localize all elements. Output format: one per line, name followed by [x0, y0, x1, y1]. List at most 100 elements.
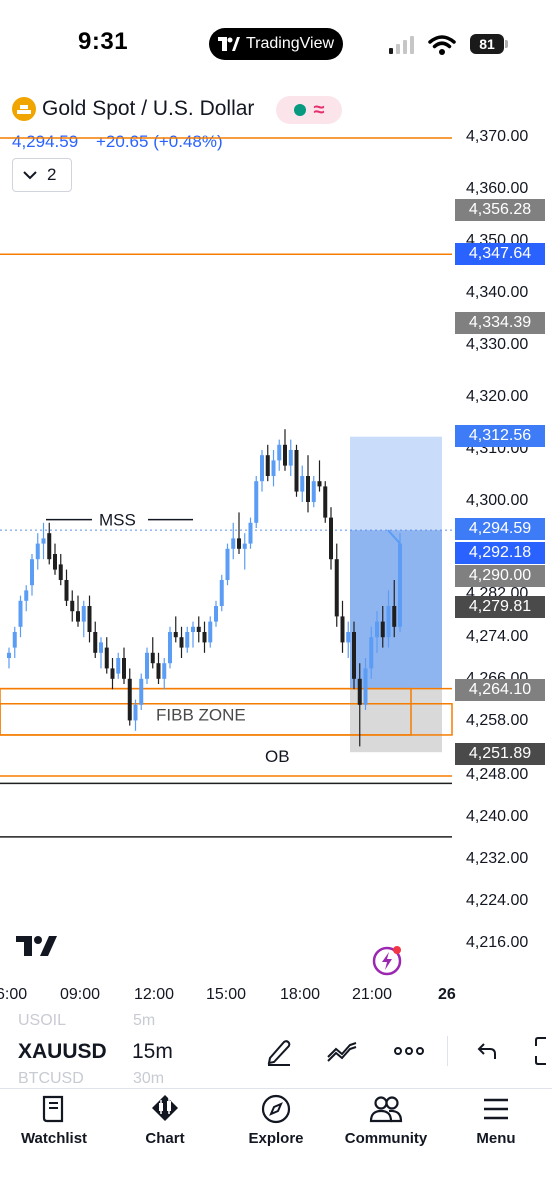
candle-body — [254, 481, 259, 523]
candle-body — [104, 647, 109, 669]
tradingview-logo-icon — [217, 37, 240, 51]
candle-body — [58, 564, 63, 580]
tab-menu[interactable]: Menu — [446, 1094, 546, 1147]
candle-body — [70, 600, 75, 612]
indicator-lines-icon — [327, 1042, 357, 1062]
app-indicator-pill[interactable]: TradingView — [209, 28, 343, 60]
candle-body — [271, 460, 276, 476]
candle-body — [12, 632, 17, 648]
timeframe-scroll-above: 5m — [133, 1012, 156, 1029]
time-tick: 6:00 — [0, 986, 28, 1003]
candle-body — [139, 678, 144, 705]
fullscreen-button[interactable] — [530, 1034, 552, 1068]
candle-body — [145, 652, 149, 679]
candle-body — [334, 559, 339, 617]
candle-body — [386, 606, 391, 638]
symbol-title[interactable]: Gold Spot / U.S. Dollar — [42, 97, 254, 121]
tab-explore[interactable]: Explore — [226, 1094, 326, 1147]
price-chart[interactable]: MSS FIBB ZONE OB — [0, 120, 455, 980]
tab-chart-label: Chart — [145, 1130, 185, 1147]
symbol-selector[interactable]: XAUUSD — [18, 1040, 107, 1064]
battery-tip — [505, 40, 508, 48]
price-tick: 4,224.00 — [466, 892, 529, 909]
ob-label: OB — [265, 747, 290, 766]
price-tick: 4,258.00 — [466, 712, 529, 729]
candle-body — [300, 476, 305, 492]
candle-body — [219, 580, 224, 606]
gold-symbol-icon — [12, 97, 36, 121]
time-tick: 18:00 — [280, 986, 321, 1003]
candle-body — [179, 637, 184, 648]
candle-body — [18, 600, 23, 627]
candle-body — [76, 611, 80, 622]
candle-body — [87, 606, 92, 632]
candle-body — [30, 559, 34, 586]
candle-body — [380, 621, 385, 638]
candle-body — [288, 450, 293, 466]
price-label: 4,356.28 — [455, 199, 545, 221]
price-tick: 4,330.00 — [466, 336, 529, 353]
candle-body — [260, 455, 264, 482]
signal-icon — [389, 36, 414, 54]
candle-body — [53, 554, 57, 570]
target-zone — [350, 436, 442, 531]
mss-label: MSS — [99, 511, 136, 530]
candle-body — [277, 444, 282, 461]
candle-body — [7, 652, 11, 658]
tab-community[interactable]: Community — [336, 1094, 436, 1147]
price-tick: 4,320.00 — [466, 388, 529, 405]
candle-body — [127, 678, 132, 721]
candle-body — [162, 663, 167, 679]
candle-body — [24, 590, 29, 601]
candle-body — [202, 632, 207, 643]
people-icon — [369, 1096, 403, 1123]
candle-body — [35, 543, 40, 560]
flash-alert-icon[interactable] — [372, 944, 404, 976]
candle-body — [346, 632, 351, 643]
candle-body — [375, 621, 379, 638]
candle-body — [265, 455, 270, 476]
app-name: TradingView — [245, 35, 335, 52]
wifi-icon — [428, 35, 456, 55]
indicators-button[interactable] — [325, 1034, 359, 1068]
candle-body — [225, 548, 230, 580]
hamburger-icon — [484, 1098, 508, 1120]
price-label: 4,312.56 — [455, 425, 545, 447]
price-label: 4,347.64 — [455, 243, 545, 265]
candle-body — [208, 621, 213, 643]
price-tick: 4,340.00 — [466, 284, 529, 301]
candle-body — [398, 543, 402, 627]
candle-body — [122, 658, 126, 679]
price-tick: 4,240.00 — [466, 808, 529, 825]
candle-body — [283, 444, 287, 466]
time-tick: 21:00 — [352, 986, 393, 1003]
candle-body — [294, 450, 299, 492]
candle-body — [363, 668, 368, 705]
price-label: 4,251.89 — [455, 743, 545, 765]
candle-body — [168, 632, 172, 664]
tab-watchlist[interactable]: Watchlist — [4, 1094, 104, 1147]
candle-body — [81, 606, 86, 622]
candle-body — [357, 678, 362, 705]
more-options-button[interactable] — [392, 1034, 426, 1068]
candle-body — [185, 632, 190, 648]
tab-chart[interactable]: Chart — [115, 1094, 215, 1147]
candle-body — [133, 704, 138, 721]
candle-body — [41, 538, 46, 544]
symbol-fade — [110, 1014, 124, 1080]
price-tick: 4,370.00 — [466, 128, 529, 145]
candle-body — [99, 642, 103, 653]
timeframe-selector[interactable]: 15m — [132, 1040, 173, 1064]
fullscreen-icon — [535, 1037, 546, 1065]
tab-menu-label: Menu — [476, 1130, 516, 1147]
market-open-dot — [293, 104, 306, 116]
price-label: 4,334.39 — [455, 312, 545, 334]
book-icon — [42, 1095, 64, 1123]
price-tick: 4,360.00 — [466, 180, 529, 197]
price-label: 4,279.81 — [455, 596, 545, 618]
symbol-scroll-below: BTCUSD — [18, 1070, 84, 1087]
undo-button[interactable] — [470, 1034, 504, 1068]
tab-explore-label: Explore — [248, 1130, 304, 1147]
fibb-zone-label: FIBB ZONE — [156, 706, 246, 725]
drawing-tool-button[interactable] — [262, 1034, 296, 1068]
